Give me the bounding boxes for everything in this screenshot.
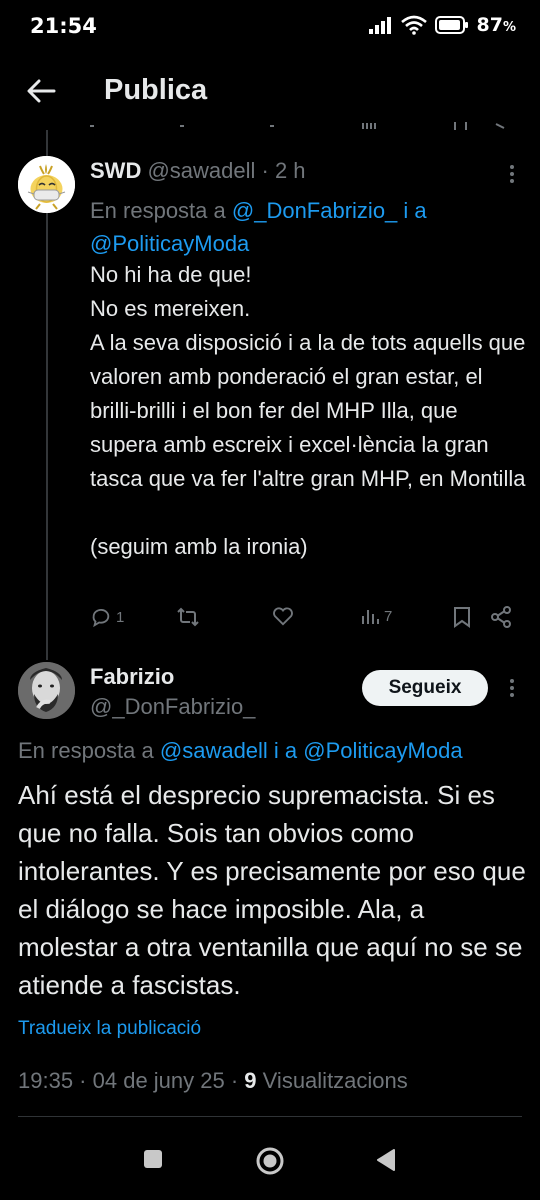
views-button[interactable]: 7 [360, 606, 392, 626]
bookmark-icon [454, 607, 470, 628]
recents-button[interactable] [142, 1148, 164, 1175]
wifi-icon [400, 15, 427, 35]
reply-prefix: En resposta a [90, 198, 232, 223]
back-button[interactable] [22, 72, 60, 110]
square-icon [144, 1150, 162, 1168]
views-icon [362, 610, 379, 624]
thread-connector [46, 220, 48, 660]
share-icon [491, 606, 511, 628]
tweet-time[interactable]: 2 h [275, 158, 306, 183]
separator: · [224, 1068, 245, 1093]
share-button[interactable] [490, 606, 512, 628]
heart-icon [273, 607, 293, 626]
battery-unit: % [502, 20, 516, 35]
reply-icon [92, 608, 110, 628]
tweet-text: Ahí está el desprecio supremacista. Si e… [18, 780, 526, 1000]
tweet-date: 04 de juny 25 [92, 1068, 225, 1093]
previous-tweet-actions-remnant [0, 118, 540, 132]
bookmark-button[interactable] [452, 606, 472, 628]
retweet-button[interactable] [176, 606, 200, 628]
triangle-back-icon [377, 1149, 395, 1171]
status-icons: 87% [368, 14, 516, 36]
reply-connector: i a [397, 198, 427, 223]
retweet-icon [177, 607, 199, 627]
reply-count: 1 [116, 608, 125, 626]
tweet-text: No hi ha de que! No es mereixen. A la se… [90, 262, 526, 559]
divider [18, 1116, 522, 1117]
tweet-actions: 1 7 [90, 606, 520, 636]
reply-context: En resposta a @sawadell i a @PoliticayMo… [18, 738, 533, 764]
reply-button[interactable]: 1 [90, 606, 124, 628]
system-nav-bar [0, 1130, 540, 1200]
translate-link[interactable]: Tradueix la publicació [18, 1018, 201, 1040]
more-button[interactable] [500, 676, 524, 700]
more-vertical-icon [510, 679, 514, 697]
separator: · [255, 158, 275, 183]
arrow-left-icon [27, 79, 56, 103]
signal-icon [368, 17, 391, 34]
home-circle-icon [256, 1147, 284, 1175]
battery-value: 87 [476, 14, 503, 36]
tweet-time[interactable]: 19:35 [18, 1068, 73, 1093]
views-count: 7 [384, 607, 393, 625]
separator: · [73, 1068, 93, 1093]
mention-link[interactable]: @_DonFabrizio_ [232, 198, 397, 223]
home-button[interactable] [255, 1146, 285, 1181]
more-vertical-icon [510, 165, 514, 183]
views-label: Visualitzacions [256, 1068, 408, 1093]
author-name[interactable]: Fabrizio [90, 664, 174, 690]
more-button[interactable] [500, 162, 524, 186]
follow-button[interactable]: Segueix [362, 670, 488, 706]
battery-icon [434, 16, 468, 34]
reply-context: En resposta a @_DonFabrizio_ i a @Politi… [90, 194, 520, 260]
author-handle[interactable]: @_DonFabrizio_ [90, 694, 255, 720]
reply-prefix: En resposta a [18, 738, 160, 763]
portrait-avatar-icon [18, 662, 75, 719]
avatar[interactable] [18, 662, 75, 719]
tweet-meta: 19:35 · 04 de juny 25 · 9 Visualitzacion… [18, 1068, 408, 1094]
back-nav-button[interactable] [374, 1148, 398, 1177]
mention-link[interactable]: @sawadell [160, 738, 268, 763]
mention-link[interactable]: @PoliticayModa [303, 738, 462, 763]
reply-connector: i a [267, 738, 304, 763]
status-time: 21:54 [30, 14, 97, 38]
onion-avatar-icon [18, 156, 75, 213]
author-name[interactable]: SWD [90, 158, 141, 183]
avatar[interactable] [18, 156, 75, 213]
like-button[interactable] [272, 606, 294, 626]
author-handle[interactable]: @sawadell [147, 158, 255, 183]
views-count: 9 [244, 1068, 257, 1093]
page-title: Publica [104, 74, 208, 106]
mention-link[interactable]: @PoliticayModa [90, 231, 249, 256]
tweet-header: SWD @sawadell · 2 h [90, 158, 306, 184]
status-bar: 21:54 87% [0, 0, 540, 54]
battery-percent: 87% [477, 14, 516, 36]
